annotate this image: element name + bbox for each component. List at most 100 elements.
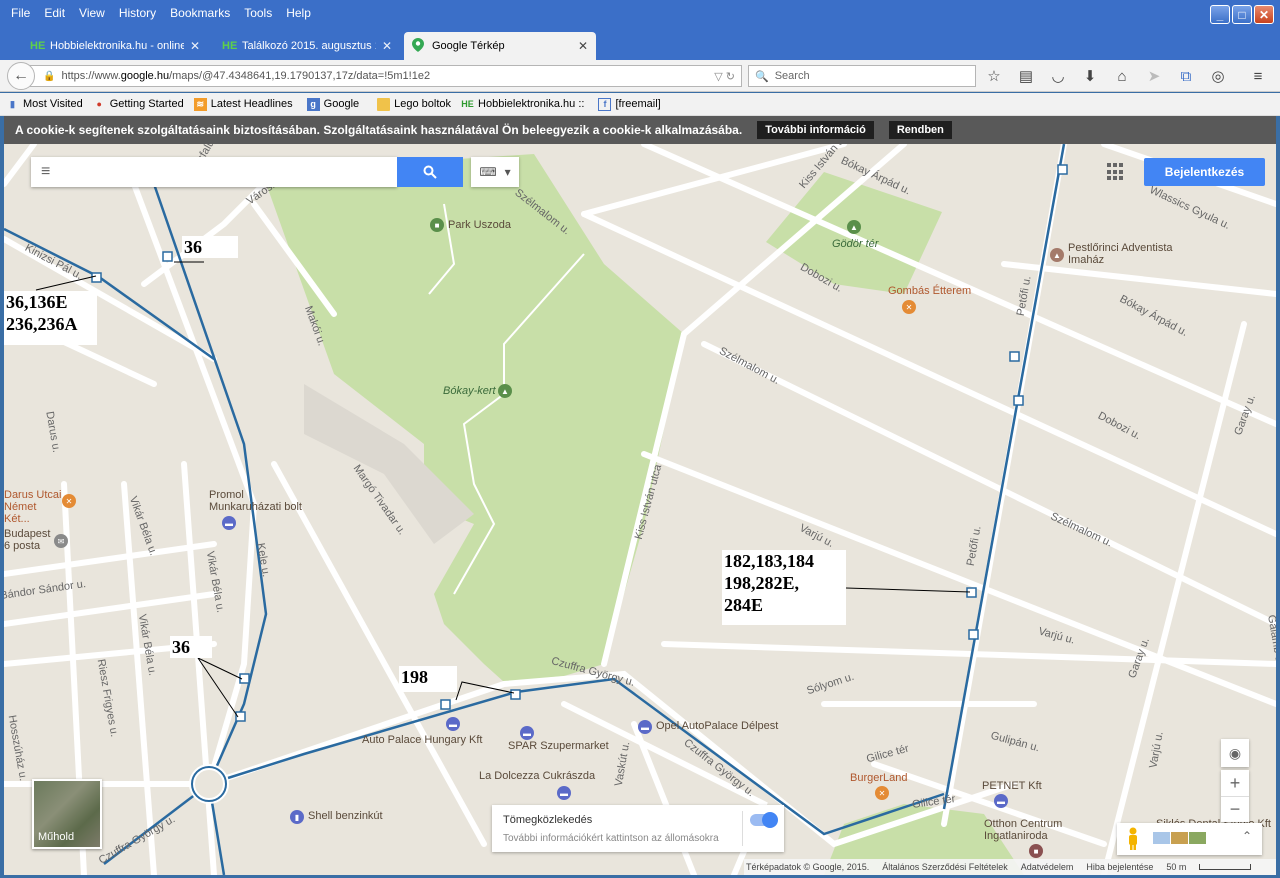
place-label[interactable]: PETNET Kft — [982, 780, 1042, 792]
bookmark-google[interactable]: g Google — [306, 97, 359, 111]
cookie-more-info-button[interactable]: További információ — [757, 121, 874, 139]
place-label[interactable]: Gombás Étterem — [888, 285, 971, 297]
shop-icon[interactable]: ▬ — [994, 794, 1008, 808]
transit-layer-card: Tömegközlekedés További információkért k… — [492, 805, 784, 852]
home-icon[interactable]: ⌂ — [1112, 66, 1132, 86]
place-label[interactable]: Otthon Centrum Ingatlaniroda — [984, 818, 1084, 842]
star-icon[interactable]: ☆ — [984, 66, 1004, 86]
close-tab-icon[interactable]: ✕ — [578, 39, 588, 53]
menu-history[interactable]: History — [112, 4, 163, 22]
back-button[interactable]: ← — [7, 62, 35, 90]
restaurant-icon[interactable]: ✕ — [875, 786, 889, 800]
close-tab-icon[interactable]: ✕ — [190, 39, 200, 53]
shop-icon[interactable]: ▬ — [222, 516, 236, 530]
url-bar[interactable]: 🔒 https://www. google.hu/maps/@47.4348641… — [30, 65, 742, 87]
route-annotation: 36,136E 236,236A — [4, 291, 97, 345]
chevron-down-icon: ▾ — [504, 165, 511, 179]
place-label[interactable]: Darus Utcai Német Két... — [4, 489, 62, 525]
park-pin-icon[interactable]: ■ — [430, 218, 444, 232]
map-search-button[interactable] — [397, 157, 463, 187]
place-label[interactable]: Opel AutoPalace Délpest — [656, 720, 778, 732]
maximize-button[interactable]: □ — [1232, 5, 1252, 24]
zoom-out-button[interactable]: − — [1221, 796, 1249, 822]
menu-icon[interactable]: ≡ — [41, 163, 50, 181]
share-icon[interactable]: ➤ — [1144, 66, 1164, 86]
addon-icon[interactable]: ⧉ — [1176, 66, 1196, 86]
reading-list-icon[interactable]: ▤ — [1016, 66, 1036, 86]
shop-icon[interactable]: ▬ — [446, 717, 460, 731]
pocket-icon[interactable]: ◡ — [1048, 66, 1068, 86]
fuel-icon[interactable]: ▮ — [290, 810, 304, 824]
menu-view[interactable]: View — [72, 4, 112, 22]
pegman-icon[interactable] — [1125, 827, 1141, 851]
minimize-button[interactable]: _ — [1210, 5, 1230, 24]
tree-icon[interactable]: ▲ — [498, 384, 512, 398]
place-label[interactable]: Gödör tér — [832, 238, 878, 250]
cart-icon[interactable]: ▬ — [520, 726, 534, 740]
menu-bar: File Edit View History Bookmarks Tools H… — [4, 4, 318, 22]
reload-icon[interactable]: ▽ ↻ — [714, 70, 735, 83]
tab-google-maps[interactable]: Google Térkép ✕ — [404, 32, 596, 60]
privacy-link[interactable]: Adatvédelem — [1021, 862, 1074, 872]
cookie-ok-button[interactable]: Rendben — [888, 121, 952, 139]
place-label[interactable]: Park Uszoda — [448, 219, 511, 231]
tree-icon[interactable]: ▲ — [847, 220, 861, 234]
bookmark-label: Latest Headlines — [210, 98, 293, 110]
search-input[interactable]: 🔍 Search — [748, 65, 976, 87]
sync-icon[interactable]: ◎ — [1208, 66, 1228, 86]
shop-icon[interactable]: ▬ — [638, 720, 652, 734]
church-icon[interactable]: ▲ — [1050, 248, 1064, 262]
restaurant-icon[interactable]: ✕ — [902, 300, 916, 314]
place-label[interactable]: BurgerLand — [850, 772, 908, 784]
satellite-toggle[interactable]: Műhold — [32, 779, 102, 849]
place-label[interactable]: Budapest 6 posta — [4, 528, 56, 552]
place-label[interactable]: Bókay-kert — [443, 385, 496, 397]
apps-grid-icon[interactable] — [1107, 163, 1125, 181]
tab-talalkozo[interactable]: HE Találkozó 2015. augusztus 15.... ✕ — [214, 32, 400, 60]
scale-label[interactable]: 50 m — [1166, 862, 1186, 872]
mail-icon[interactable]: ✉ — [54, 534, 68, 548]
signin-button[interactable]: Bejelentkezés — [1144, 158, 1265, 186]
place-label[interactable]: Pestlőrinci Adventista Imaház — [1068, 242, 1188, 266]
menu-edit[interactable]: Edit — [37, 4, 72, 22]
imagery-thumbnails[interactable] — [1153, 832, 1206, 844]
bookmark-getting-started[interactable]: ● Getting Started — [93, 98, 184, 111]
report-link[interactable]: Hiba bejelentése — [1086, 862, 1153, 872]
office-icon[interactable]: ■ — [1029, 844, 1043, 858]
map-canvas[interactable]: ■ ▲ ▲ ✕ ✕ ✕ ▲ ▬ ✉ ▬ ▬ ▬ ▬ ▮ ▬ ■ Park Usz… — [4, 144, 1276, 875]
bookmark-hobbielektronika[interactable]: HE Hobbielektronika.hu :: — [461, 98, 584, 111]
menu-help[interactable]: Help — [279, 4, 318, 22]
place-label[interactable]: SPAR Szupermarket — [508, 740, 609, 752]
hamburger-menu-icon[interactable]: ≡ — [1248, 66, 1268, 86]
bookmark-most-visited[interactable]: ▮ Most Visited — [6, 98, 83, 111]
place-label[interactable]: Promol Munkaruházati bolt — [209, 489, 309, 513]
download-icon[interactable]: ⬇ — [1080, 66, 1100, 86]
bookmark-freemail[interactable]: f [freemail] — [598, 97, 661, 111]
satellite-thumbnail-icon[interactable] — [1189, 832, 1206, 844]
map-search-input[interactable]: ≡ — [31, 157, 397, 187]
place-label[interactable]: Shell benzinkút — [308, 810, 383, 822]
terrain-thumbnail-icon[interactable] — [1171, 832, 1188, 844]
expand-icon[interactable]: ⌃ — [1242, 829, 1252, 843]
bookmark-lego-boltok[interactable]: Lego boltok — [377, 97, 451, 111]
shop-icon[interactable]: ▬ — [557, 786, 571, 800]
place-label[interactable]: La Dolcezza Cukrászda — [479, 770, 595, 782]
zoom-in-button[interactable]: + — [1221, 770, 1249, 796]
close-tab-icon[interactable]: ✕ — [382, 39, 392, 53]
restaurant-icon[interactable]: ✕ — [62, 494, 76, 508]
sky-thumbnail-icon[interactable] — [1153, 832, 1170, 844]
toolbar-icons: ☆ ▤ ◡ ⬇ ⌂ ➤ ⧉ ◎ ≡ — [984, 66, 1268, 86]
search-icon — [423, 165, 437, 179]
menu-tools[interactable]: Tools — [237, 4, 279, 22]
transit-toggle[interactable] — [750, 812, 778, 828]
my-location-button[interactable]: ◉ — [1221, 739, 1249, 767]
place-label[interactable]: Auto Palace Hungary Kft — [362, 734, 482, 746]
bookmark-latest-headlines[interactable]: ≋ Latest Headlines — [193, 97, 293, 111]
keyboard-button[interactable]: ⌨ ▾ — [471, 157, 519, 187]
tab-hobbielektronika[interactable]: HE Hobbielektronika.hu - online e... ✕ — [22, 32, 208, 60]
close-window-button[interactable]: ✕ — [1254, 5, 1274, 24]
menu-file[interactable]: File — [4, 4, 37, 22]
terms-link[interactable]: Általános Szerződési Feltételek — [882, 862, 1008, 872]
bookmark-label: Getting Started — [109, 98, 184, 110]
menu-bookmarks[interactable]: Bookmarks — [163, 4, 237, 22]
